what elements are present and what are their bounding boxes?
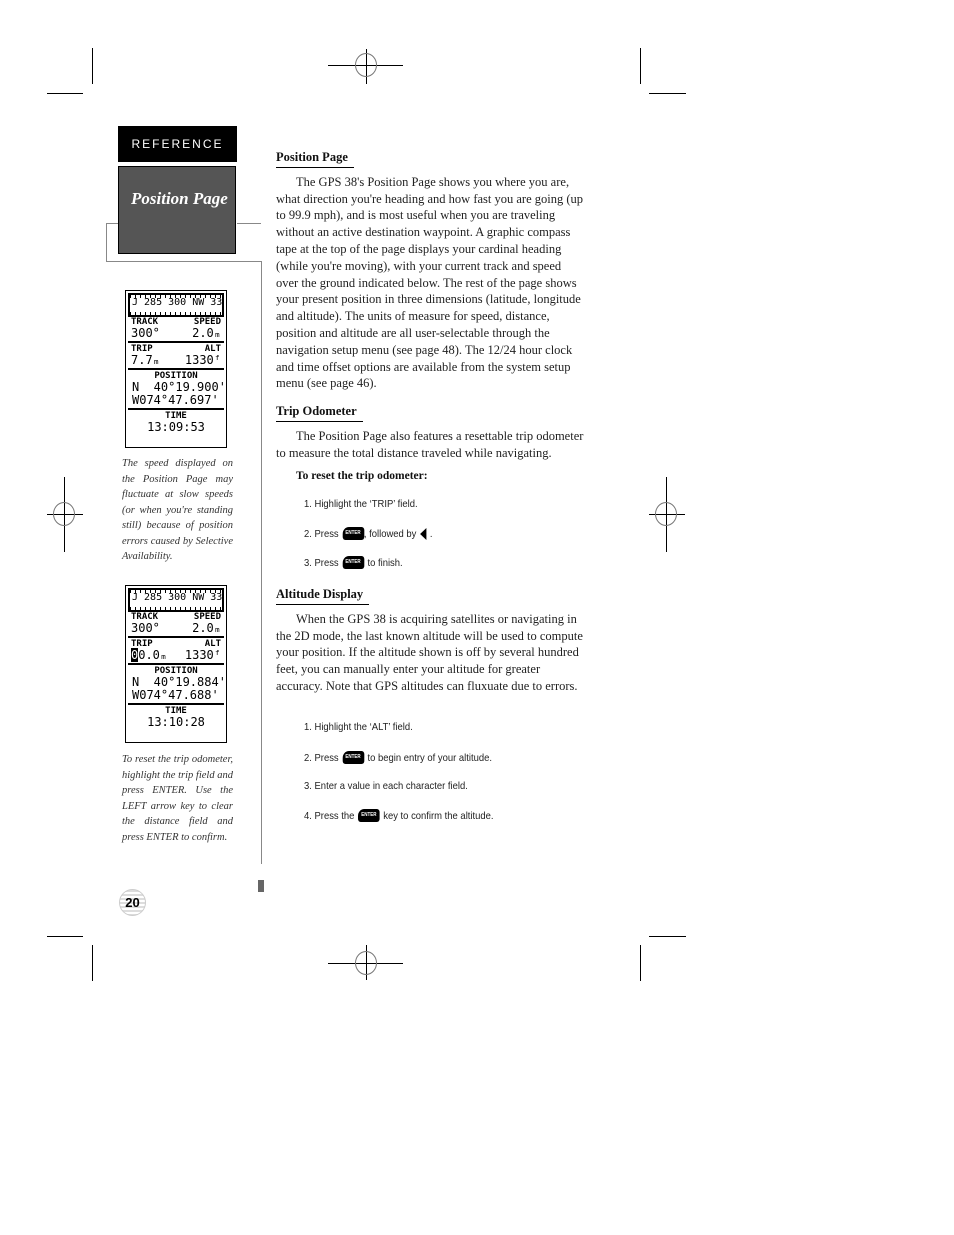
step-alt-1: 1. Highlight the ‘ALT’ field.	[304, 721, 413, 733]
subheading-reset-trip: To reset the trip odometer:	[296, 470, 428, 483]
step-text: 1. Highlight the ‘ALT’ field.	[304, 721, 413, 733]
step-text: to finish.	[367, 556, 403, 569]
gps-screen-1: J 285 300 NW 33 TRACK SPEED 300° 2.0ₘ TRIP…	[125, 290, 227, 448]
divider	[128, 703, 224, 705]
longitude-value: W074°47.697'	[132, 393, 219, 407]
page-number-text: 20	[125, 895, 140, 910]
enter-key-icon: ENTER	[342, 556, 364, 569]
divider	[237, 223, 261, 224]
alt-value: 1330ᶠ	[184, 353, 221, 367]
step-text: 1. Highlight the ‘TRIP’ field.	[304, 498, 418, 510]
track-value: 300°	[131, 326, 160, 340]
crop-mark	[47, 936, 83, 937]
step-trip-3: 3. Press ENTER to finish.	[304, 556, 403, 569]
longitude-value: W074°47.688'	[132, 688, 219, 702]
caption-reset: To reset the trip odometer, highlight th…	[122, 754, 233, 843]
time-value: 13:10:28	[147, 715, 205, 729]
crop-mark	[649, 93, 686, 94]
section-title: Position Page	[131, 189, 228, 208]
divider	[128, 368, 224, 370]
compass-tape: J 285 300 NW 33	[128, 293, 224, 317]
trip-value: 7.7ₘ	[131, 353, 160, 367]
section-title-box: Position Page	[118, 166, 236, 254]
compass-tape: J 285 300 NW 33	[128, 588, 224, 612]
heading-trip-odometer: Trip Odometer	[276, 403, 363, 422]
page-number: 20	[119, 889, 146, 916]
section-position-page: Position Page The GPS 38's Position Page…	[276, 149, 584, 392]
left-arrow-icon	[420, 527, 427, 540]
step-text: to begin entry of your altitude.	[367, 751, 492, 764]
heading-altitude-display: Altitude Display	[276, 586, 370, 605]
step-text: key to confirm the altitude.	[383, 809, 494, 822]
crop-mark	[649, 936, 686, 937]
trip-value: 0.0ₘ	[138, 648, 168, 662]
crop-mark	[92, 48, 93, 84]
speed-value: 2.0ₘ	[192, 326, 221, 340]
body-trip-odometer: The Position Page also features a resett…	[276, 428, 584, 460]
crop-mark	[640, 48, 641, 84]
enter-key-icon: ENTER	[342, 751, 364, 764]
gps-screen-2: J 285 300 NW 33 TRACK SPEED 300° 2.0ₘ TRIP…	[125, 585, 227, 743]
divider	[106, 223, 107, 261]
step-text: 4. Press the	[304, 809, 355, 822]
crop-mark	[640, 945, 641, 981]
step-text: 2. Press	[304, 751, 339, 764]
track-value: 300°	[131, 621, 160, 635]
crop-mark	[47, 93, 83, 94]
divider	[128, 341, 224, 343]
step-alt-4: 4. Press the ENTER key to confirm the al…	[304, 809, 494, 822]
divider	[128, 636, 224, 638]
column-rule	[261, 261, 262, 864]
step-trip-2: 2. Press ENTER , followed by .	[304, 527, 433, 540]
time-value: 13:09:53	[147, 420, 205, 434]
step-text: 2. Press	[304, 527, 339, 540]
divider	[106, 223, 118, 224]
heading-position-page: Position Page	[276, 149, 354, 168]
section-tab: REFERENCE	[118, 126, 237, 162]
step-text: 3. Enter a value in each character field…	[304, 780, 468, 792]
divider	[106, 261, 262, 262]
divider	[128, 663, 224, 665]
divider	[128, 408, 224, 410]
step-text: 3. Press	[304, 556, 339, 569]
step-text: .	[429, 527, 433, 540]
body-position-page: The GPS 38's Position Page shows you whe…	[276, 174, 584, 391]
step-alt-2: 2. Press ENTER to begin entry of your al…	[304, 751, 492, 764]
enter-key-icon: ENTER	[342, 527, 364, 540]
step-trip-1: 1. Highlight the ‘TRIP’ field.	[304, 498, 418, 510]
caption-speed: The speed displayed on the Position Page…	[122, 458, 233, 562]
speed-value: 2.0ₘ	[192, 621, 221, 635]
section-altitude-display: Altitude Display When the GPS 38 is acqu…	[276, 586, 584, 695]
column-marker	[258, 880, 264, 892]
step-alt-3: 3. Enter a value in each character field…	[304, 780, 468, 792]
body-altitude-display: When the GPS 38 is acquiring satellites …	[276, 611, 583, 693]
trip-field[interactable]: 00.0ₘ	[131, 648, 168, 662]
crop-mark	[92, 945, 93, 981]
section-trip-odometer: Trip Odometer The Position Page also fea…	[276, 403, 584, 485]
alt-value: 1330ᶠ	[184, 648, 221, 662]
enter-key-icon: ENTER	[358, 809, 380, 822]
section-tab-label: REFERENCE	[131, 137, 224, 151]
step-text: , followed by	[363, 527, 417, 540]
